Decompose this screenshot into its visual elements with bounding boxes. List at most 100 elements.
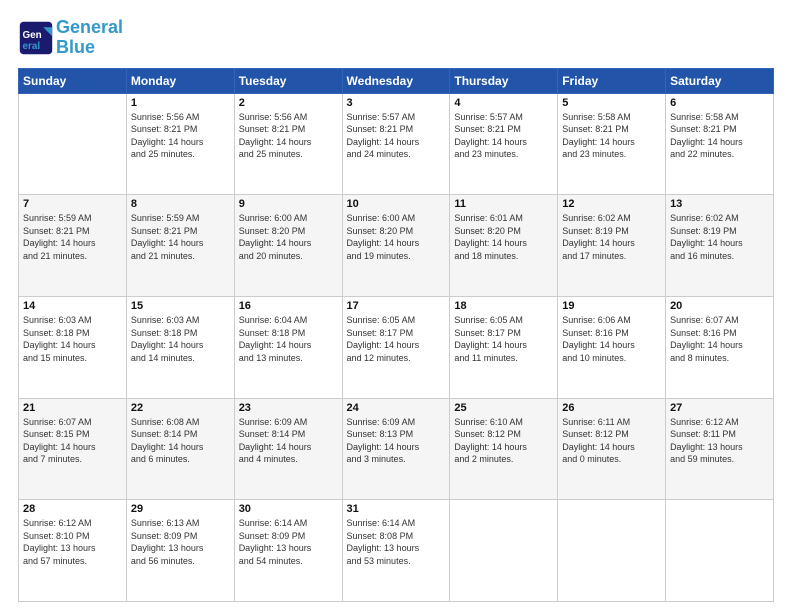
day-info: Sunrise: 6:06 AM Sunset: 8:16 PM Dayligh… xyxy=(562,314,661,364)
logo: Gen eral General Blue xyxy=(18,18,123,58)
day-info: Sunrise: 5:57 AM Sunset: 8:21 PM Dayligh… xyxy=(347,111,446,161)
calendar-cell: 22 Sunrise: 6:08 AM Sunset: 8:14 PM Dayli… xyxy=(126,398,234,500)
calendar-cell: 14 Sunrise: 6:03 AM Sunset: 8:18 PM Dayli… xyxy=(19,296,127,398)
calendar-cell: 25 Sunrise: 6:10 AM Sunset: 8:12 PM Dayli… xyxy=(450,398,558,500)
day-info: Sunrise: 6:14 AM Sunset: 8:09 PM Dayligh… xyxy=(239,517,338,567)
calendar-week-row: 28 Sunrise: 6:12 AM Sunset: 8:10 PM Dayli… xyxy=(19,500,774,602)
day-number: 25 xyxy=(454,402,553,414)
day-info: Sunrise: 5:56 AM Sunset: 8:21 PM Dayligh… xyxy=(239,111,338,161)
day-info: Sunrise: 6:08 AM Sunset: 8:14 PM Dayligh… xyxy=(131,416,230,466)
calendar-cell: 1Sunrise: 5:56 AM Sunset: 8:21 PM Daylig… xyxy=(126,93,234,195)
weekday-header-tuesday: Tuesday xyxy=(234,68,342,93)
day-info: Sunrise: 6:05 AM Sunset: 8:17 PM Dayligh… xyxy=(347,314,446,364)
day-info: Sunrise: 6:01 AM Sunset: 8:20 PM Dayligh… xyxy=(454,212,553,262)
day-number: 26 xyxy=(562,402,661,414)
day-number: 15 xyxy=(131,300,230,312)
calendar-cell: 24 Sunrise: 6:09 AM Sunset: 8:13 PM Dayli… xyxy=(342,398,450,500)
logo-blue: Blue xyxy=(56,37,95,57)
calendar-table: SundayMondayTuesdayWednesdayThursdayFrid… xyxy=(18,68,774,602)
calendar-cell: 23 Sunrise: 6:09 AM Sunset: 8:14 PM Dayli… xyxy=(234,398,342,500)
day-number: 9 xyxy=(239,198,338,210)
logo-text: General Blue xyxy=(56,18,123,58)
day-info: Sunrise: 6:00 AM Sunset: 8:20 PM Dayligh… xyxy=(347,212,446,262)
calendar-cell: 21 Sunrise: 6:07 AM Sunset: 8:15 PM Dayli… xyxy=(19,398,127,500)
day-info: Sunrise: 5:59 AM Sunset: 8:21 PM Dayligh… xyxy=(23,212,122,262)
day-number: 22 xyxy=(131,402,230,414)
calendar-cell: 3 Sunrise: 5:57 AM Sunset: 8:21 PM Daylig… xyxy=(342,93,450,195)
day-number: 29 xyxy=(131,503,230,515)
day-info: Sunrise: 6:09 AM Sunset: 8:14 PM Dayligh… xyxy=(239,416,338,466)
day-info: Sunrise: 6:02 AM Sunset: 8:19 PM Dayligh… xyxy=(562,212,661,262)
day-number: 16 xyxy=(239,300,338,312)
day-number: 3 xyxy=(347,97,446,109)
weekday-header-saturday: Saturday xyxy=(666,68,774,93)
svg-text:eral: eral xyxy=(23,41,41,52)
day-number: 28 xyxy=(23,503,122,515)
day-info: Sunrise: 5:56 AM Sunset: 8:21 PM Dayligh… xyxy=(131,111,230,161)
day-number: 7 xyxy=(23,198,122,210)
day-number: 23 xyxy=(239,402,338,414)
day-number: 20 xyxy=(670,300,769,312)
day-number: 14 xyxy=(23,300,122,312)
day-number: 18 xyxy=(454,300,553,312)
day-number: 17 xyxy=(347,300,446,312)
calendar-cell: 2Sunrise: 5:56 AM Sunset: 8:21 PM Daylig… xyxy=(234,93,342,195)
calendar-cell: 27 Sunrise: 6:12 AM Sunset: 8:11 PM Dayli… xyxy=(666,398,774,500)
day-number: 6 xyxy=(670,97,769,109)
day-number: 24 xyxy=(347,402,446,414)
weekday-header-friday: Friday xyxy=(558,68,666,93)
calendar-cell: 18 Sunrise: 6:05 AM Sunset: 8:17 PM Dayli… xyxy=(450,296,558,398)
day-info: Sunrise: 6:12 AM Sunset: 8:10 PM Dayligh… xyxy=(23,517,122,567)
day-info: Sunrise: 6:09 AM Sunset: 8:13 PM Dayligh… xyxy=(347,416,446,466)
weekday-header-thursday: Thursday xyxy=(450,68,558,93)
calendar-week-row: 21 Sunrise: 6:07 AM Sunset: 8:15 PM Dayli… xyxy=(19,398,774,500)
day-info: Sunrise: 6:07 AM Sunset: 8:15 PM Dayligh… xyxy=(23,416,122,466)
calendar-cell: 28 Sunrise: 6:12 AM Sunset: 8:10 PM Dayli… xyxy=(19,500,127,602)
day-number: 21 xyxy=(23,402,122,414)
day-number: 11 xyxy=(454,198,553,210)
page: Gen eral General Blue SundayMondayTuesda… xyxy=(0,0,792,612)
header: Gen eral General Blue xyxy=(18,18,774,58)
calendar-cell: 17 Sunrise: 6:05 AM Sunset: 8:17 PM Dayli… xyxy=(342,296,450,398)
day-number: 4 xyxy=(454,97,553,109)
header-row: SundayMondayTuesdayWednesdayThursdayFrid… xyxy=(19,68,774,93)
day-info: Sunrise: 6:12 AM Sunset: 8:11 PM Dayligh… xyxy=(670,416,769,466)
day-number: 12 xyxy=(562,198,661,210)
calendar-cell: 10Sunrise: 6:00 AM Sunset: 8:20 PM Dayli… xyxy=(342,195,450,297)
calendar-week-row: 14 Sunrise: 6:03 AM Sunset: 8:18 PM Dayli… xyxy=(19,296,774,398)
calendar-cell xyxy=(450,500,558,602)
calendar-cell: 6Sunrise: 5:58 AM Sunset: 8:21 PM Daylig… xyxy=(666,93,774,195)
day-number: 27 xyxy=(670,402,769,414)
calendar-cell: 4 Sunrise: 5:57 AM Sunset: 8:21 PM Daylig… xyxy=(450,93,558,195)
day-info: Sunrise: 6:11 AM Sunset: 8:12 PM Dayligh… xyxy=(562,416,661,466)
day-info: Sunrise: 6:14 AM Sunset: 8:08 PM Dayligh… xyxy=(347,517,446,567)
day-number: 31 xyxy=(347,503,446,515)
day-info: Sunrise: 6:05 AM Sunset: 8:17 PM Dayligh… xyxy=(454,314,553,364)
weekday-header-monday: Monday xyxy=(126,68,234,93)
calendar-cell xyxy=(558,500,666,602)
day-number: 5 xyxy=(562,97,661,109)
svg-text:Gen: Gen xyxy=(23,30,42,41)
calendar-cell: 16Sunrise: 6:04 AM Sunset: 8:18 PM Dayli… xyxy=(234,296,342,398)
calendar-week-row: 7 Sunrise: 5:59 AM Sunset: 8:21 PM Daylig… xyxy=(19,195,774,297)
calendar-cell: 26 Sunrise: 6:11 AM Sunset: 8:12 PM Dayli… xyxy=(558,398,666,500)
calendar-cell: 29Sunrise: 6:13 AM Sunset: 8:09 PM Dayli… xyxy=(126,500,234,602)
logo-icon: Gen eral xyxy=(18,20,54,56)
calendar-cell: 13Sunrise: 6:02 AM Sunset: 8:19 PM Dayli… xyxy=(666,195,774,297)
calendar-cell: 20 Sunrise: 6:07 AM Sunset: 8:16 PM Dayli… xyxy=(666,296,774,398)
day-info: Sunrise: 5:58 AM Sunset: 8:21 PM Dayligh… xyxy=(562,111,661,161)
day-number: 30 xyxy=(239,503,338,515)
logo-general: General xyxy=(56,17,123,37)
calendar-cell: 11 Sunrise: 6:01 AM Sunset: 8:20 PM Dayli… xyxy=(450,195,558,297)
day-info: Sunrise: 6:03 AM Sunset: 8:18 PM Dayligh… xyxy=(23,314,122,364)
calendar-cell: 12 Sunrise: 6:02 AM Sunset: 8:19 PM Dayli… xyxy=(558,195,666,297)
day-info: Sunrise: 5:57 AM Sunset: 8:21 PM Dayligh… xyxy=(454,111,553,161)
day-info: Sunrise: 6:07 AM Sunset: 8:16 PM Dayligh… xyxy=(670,314,769,364)
calendar-cell xyxy=(666,500,774,602)
calendar-cell: 7 Sunrise: 5:59 AM Sunset: 8:21 PM Daylig… xyxy=(19,195,127,297)
day-info: Sunrise: 6:00 AM Sunset: 8:20 PM Dayligh… xyxy=(239,212,338,262)
day-info: Sunrise: 6:10 AM Sunset: 8:12 PM Dayligh… xyxy=(454,416,553,466)
day-info: Sunrise: 5:59 AM Sunset: 8:21 PM Dayligh… xyxy=(131,212,230,262)
calendar-cell: 19Sunrise: 6:06 AM Sunset: 8:16 PM Dayli… xyxy=(558,296,666,398)
calendar-cell: 8Sunrise: 5:59 AM Sunset: 8:21 PM Daylig… xyxy=(126,195,234,297)
